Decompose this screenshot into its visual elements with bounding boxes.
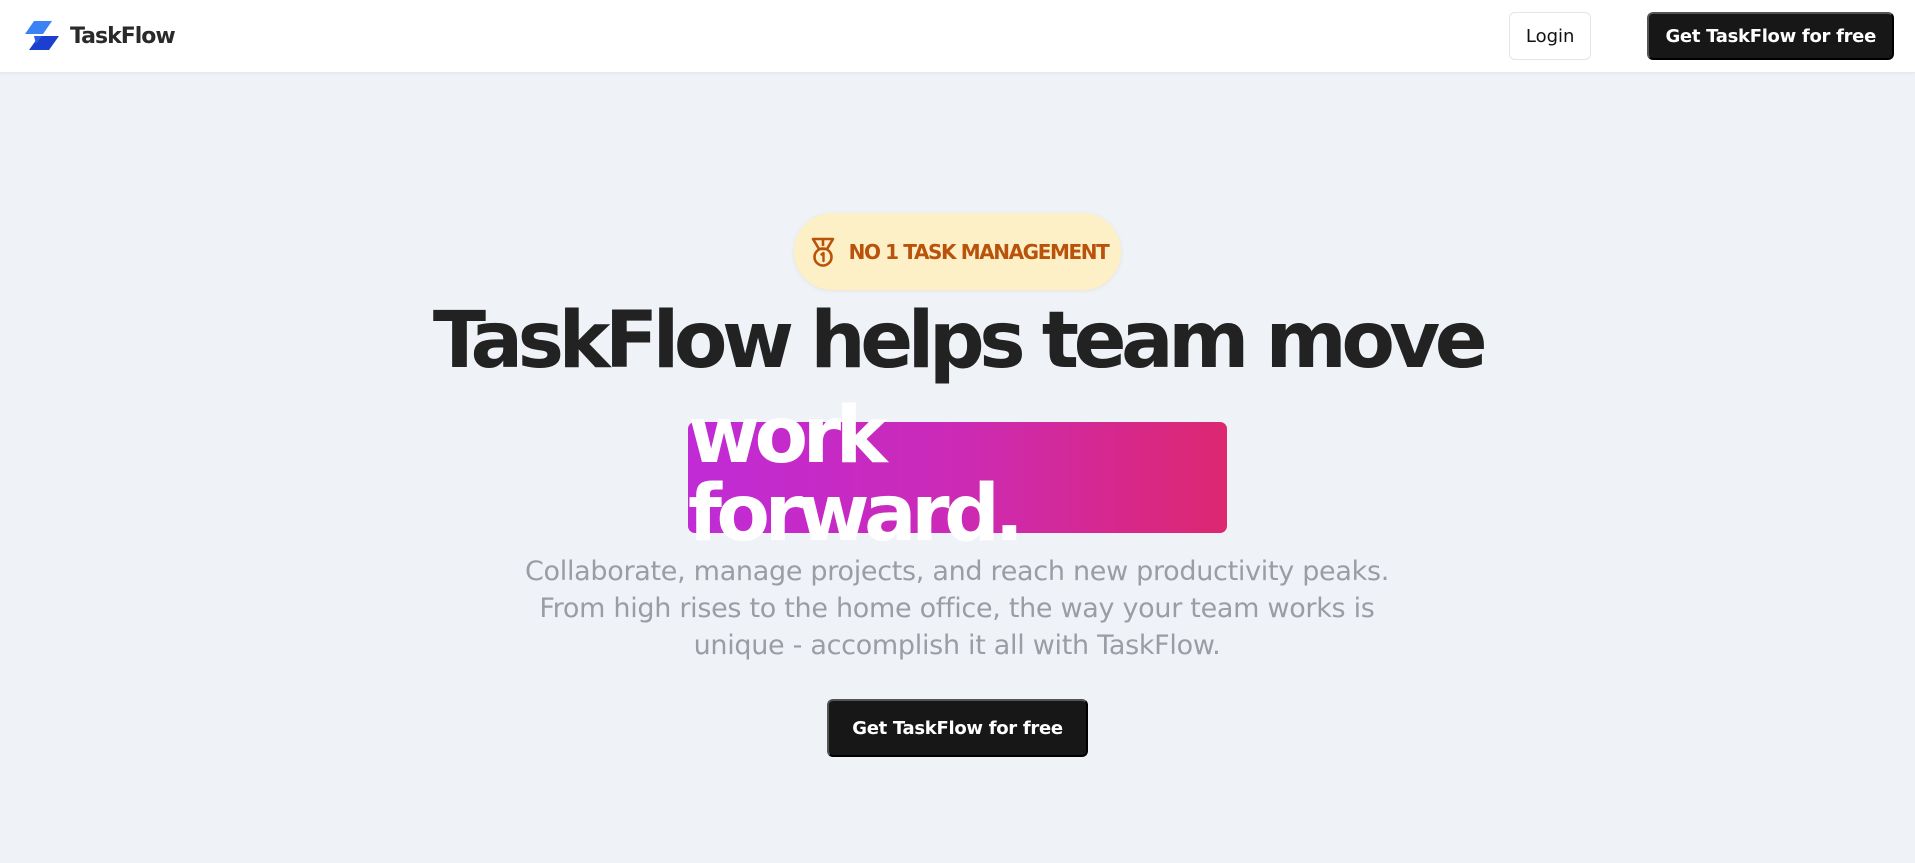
medal-icon — [811, 237, 834, 267]
nav-actions: Login Get TaskFlow for free — [1508, 12, 1894, 60]
login-button[interactable]: Login — [1508, 12, 1592, 60]
brand[interactable]: TaskFlow — [22, 21, 176, 51]
top-navbar: TaskFlow Login Get TaskFlow for free — [0, 0, 1915, 73]
badge-text: NO 1 TASK MANAGEMENT — [848, 239, 1110, 264]
taskflow-logo-icon — [25, 21, 59, 50]
get-taskflow-free-nav-button[interactable]: Get TaskFlow for free — [1647, 12, 1894, 60]
hero-section: NO 1 TASK MANAGEMENT TaskFlow helps team… — [0, 73, 1915, 863]
highlight-text: work forward. — [688, 390, 1024, 559]
brand-name: TaskFlow — [70, 23, 176, 49]
get-taskflow-free-hero-button[interactable]: Get TaskFlow for free — [827, 699, 1088, 757]
hero-headline: TaskFlow helps team move — [432, 296, 1488, 386]
highlight-box: work forward. — [688, 397, 1227, 553]
top-badge: NO 1 TASK MANAGEMENT — [794, 213, 1121, 290]
hero-subtext: Collaborate, manage projects, and reach … — [525, 556, 1389, 661]
